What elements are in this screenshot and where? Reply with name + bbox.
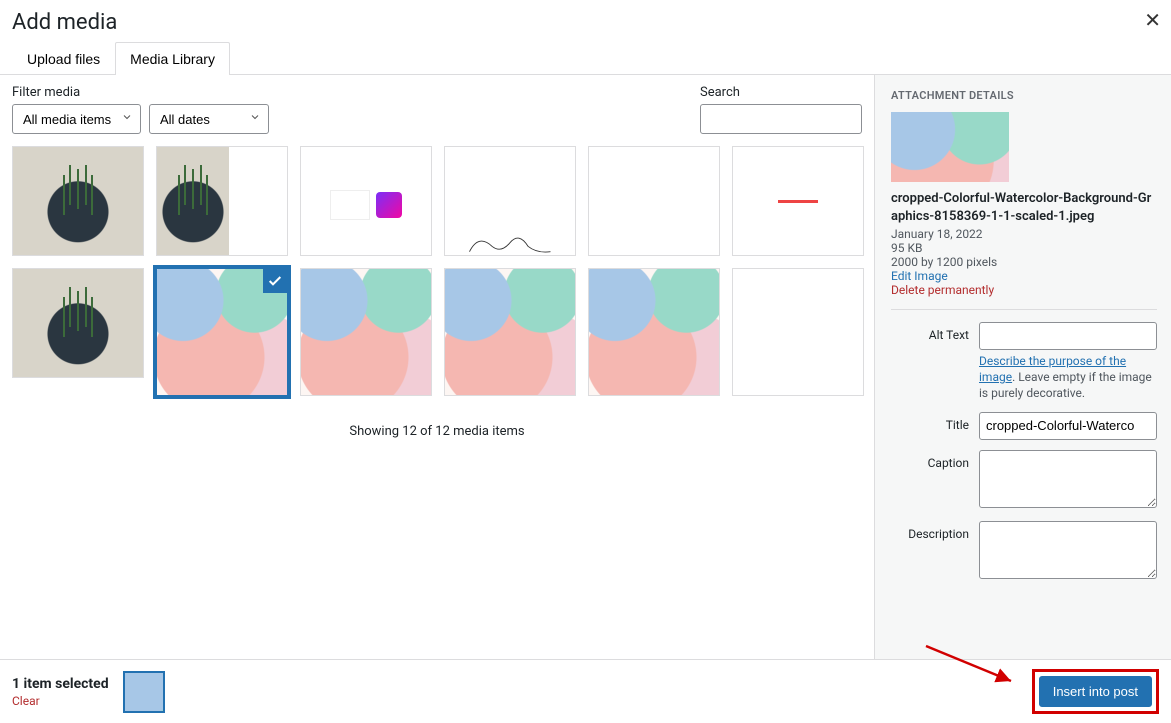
tab-upload-files[interactable]: Upload files [12,42,115,75]
title-label: Title [891,412,969,432]
modal-title: Add media [12,10,1159,35]
insert-into-post-button[interactable]: Insert into post [1039,676,1152,707]
alt-text-label: Alt Text [891,322,969,342]
media-thumbnail[interactable] [12,146,144,256]
media-thumbnail[interactable] [444,268,576,396]
media-thumbnail[interactable] [732,146,864,256]
divider [891,309,1157,310]
media-thumbnail[interactable] [300,268,432,396]
media-thumbnail[interactable] [156,146,288,256]
description-textarea[interactable] [979,521,1157,579]
add-media-modal: Add media ✕ Upload files Media Library F… [0,0,1171,723]
panel-heading: ATTACHMENT DETAILS [891,89,1157,102]
media-grid [12,146,862,396]
search-label: Search [700,85,862,100]
media-thumbnail[interactable] [12,268,144,378]
media-thumbnail-selected[interactable] [156,268,288,396]
search-group: Search [700,85,862,134]
media-thumbnail[interactable] [588,146,720,256]
attachment-filesize: 95 KB [891,241,1157,255]
alt-text-helper: Describe the purpose of the image. Leave… [979,353,1157,402]
alt-text-input[interactable] [979,322,1157,350]
tabs: Upload files Media Library [0,41,1171,75]
filter-media-type-select[interactable]: All media items [12,104,141,134]
attachment-details-panel: ATTACHMENT DETAILS cropped-Colorful-Wate… [874,75,1171,659]
search-input[interactable] [700,104,862,134]
filter-toolbar: Filter media All media items All dates [12,85,862,134]
checkmark-icon [263,269,287,293]
showing-count: Showing 12 of 12 media items [12,424,862,439]
filter-dates-select[interactable]: All dates [149,104,269,134]
media-thumbnail[interactable] [300,146,432,256]
modal-footer: 1 item selected Clear Insert into post [0,659,1171,723]
selected-thumbnail[interactable] [123,671,165,713]
media-thumbnail[interactable] [588,268,720,396]
tab-media-library[interactable]: Media Library [115,42,230,75]
filter-group: Filter media All media items All dates [12,85,269,134]
caption-textarea[interactable] [979,450,1157,508]
media-thumbnail[interactable] [444,146,576,256]
annotation-highlight: Insert into post [1032,669,1159,714]
modal-content: Filter media All media items All dates [0,75,1171,659]
close-icon[interactable]: ✕ [1144,8,1161,32]
delete-permanently-link[interactable]: Delete permanently [891,283,994,297]
title-input[interactable] [979,412,1157,440]
modal-header: Add media [0,0,1171,41]
attachment-dimensions: 2000 by 1200 pixels [891,255,1157,269]
attachment-preview [891,112,1009,182]
caption-label: Caption [891,450,969,470]
media-thumbnail[interactable] [732,268,864,396]
attachment-date: January 18, 2022 [891,227,1157,241]
clear-selection-link[interactable]: Clear [12,694,109,708]
media-browser: Filter media All media items All dates [0,75,874,659]
description-label: Description [891,521,969,541]
selection-count: 1 item selected [12,676,109,692]
edit-image-link[interactable]: Edit Image [891,269,948,283]
attachment-filename: cropped-Colorful-Watercolor-Background-G… [891,190,1157,225]
filter-label: Filter media [12,85,269,100]
